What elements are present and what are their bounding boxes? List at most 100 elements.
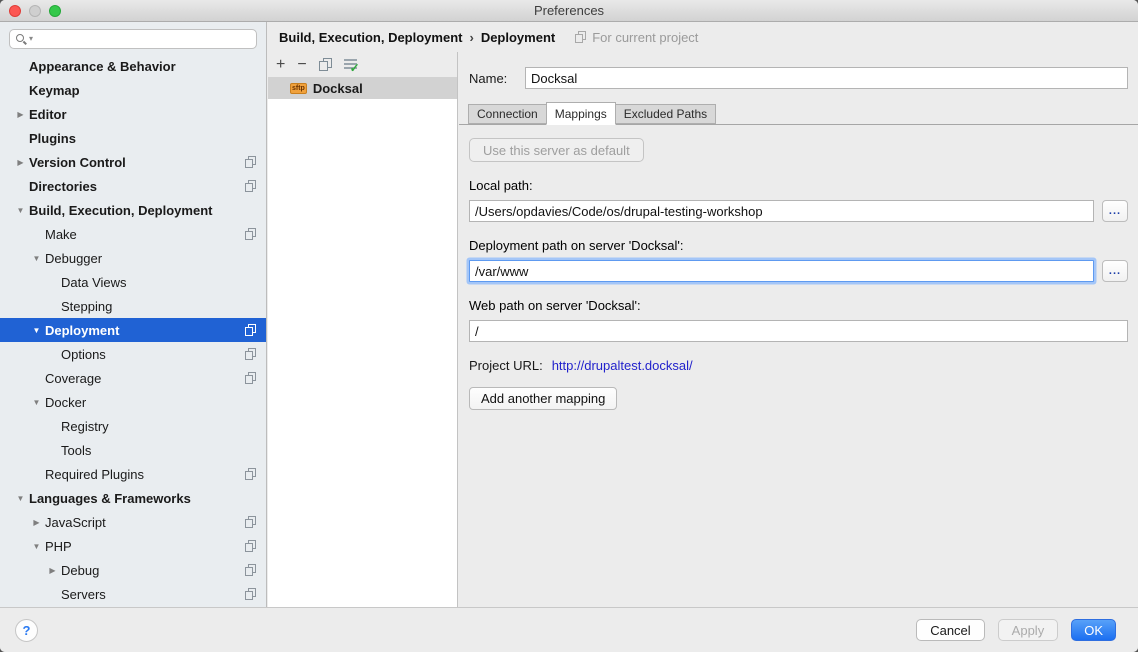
chevron-right-icon[interactable]: ▶ — [44, 566, 61, 575]
settings-sidebar: ▾ Appearance & BehaviorKeymap▶Editor Plug… — [0, 22, 267, 607]
sidebar-item-label: Tools — [61, 443, 91, 458]
sidebar-item-editor[interactable]: ▶Editor — [0, 102, 266, 126]
local-path-input[interactable] — [469, 200, 1094, 222]
titlebar[interactable]: Preferences — [0, 0, 1138, 22]
per-project-icon — [245, 588, 256, 600]
use-default-server-button: Use this server as default — [469, 138, 644, 162]
per-project-icon — [245, 180, 256, 192]
use-as-default-icon[interactable] — [344, 59, 357, 71]
sidebar-item-appearance-behavior[interactable]: Appearance & Behavior — [0, 54, 266, 78]
sidebar-item-label: Deployment — [45, 323, 119, 338]
per-project-icon — [245, 372, 256, 384]
chevron-right-icon[interactable]: ▶ — [28, 518, 45, 527]
breadcrumb-parent: Build, Execution, Deployment — [279, 30, 462, 45]
chevron-down-icon[interactable]: ▼ — [12, 494, 29, 503]
tab-mappings[interactable]: Mappings — [546, 102, 616, 125]
scope-label: For current project — [592, 30, 698, 45]
preferences-window: Preferences ▾ Appearance & BehaviorKeyma… — [0, 0, 1138, 652]
search-input[interactable] — [34, 31, 251, 47]
sidebar-item-version-control[interactable]: ▶Version Control — [0, 150, 266, 174]
chevron-right-icon[interactable]: ▶ — [12, 110, 29, 119]
breadcrumb-separator: › — [469, 30, 473, 45]
sidebar-item-plugins[interactable]: Plugins — [0, 126, 266, 150]
sidebar-item-coverage[interactable]: Coverage — [0, 366, 266, 390]
per-project-icon — [245, 324, 256, 336]
chevron-down-icon[interactable]: ▼ — [28, 326, 45, 335]
sidebar-item-servers[interactable]: Servers — [0, 582, 266, 606]
server-row-docksal[interactable]: sftpDocksal — [268, 77, 457, 99]
sidebar-item-options[interactable]: Options — [0, 342, 266, 366]
zoom-window-button[interactable] — [49, 5, 61, 17]
sidebar-item-required-plugins[interactable]: Required Plugins — [0, 462, 266, 486]
browse-button[interactable]: ... — [1102, 260, 1128, 282]
per-project-icon — [245, 348, 256, 360]
chevron-down-icon[interactable]: ▼ — [28, 542, 45, 551]
tab-excluded-paths[interactable]: Excluded Paths — [615, 104, 716, 124]
sidebar-item-docker[interactable]: ▼Docker — [0, 390, 266, 414]
chevron-down-icon[interactable]: ▼ — [28, 398, 45, 407]
name-label: Name: — [469, 71, 525, 86]
add-mapping-button[interactable]: Add another mapping — [469, 387, 617, 410]
sidebar-item-label: PHP — [45, 539, 72, 554]
sidebar-item-registry[interactable]: Registry — [0, 414, 266, 438]
tab-connection[interactable]: Connection — [468, 104, 547, 124]
dialog-body: ▾ Appearance & BehaviorKeymap▶Editor Plug… — [0, 22, 1138, 607]
sftp-icon: sftp — [290, 83, 307, 94]
sidebar-item-javascript[interactable]: ▶JavaScript — [0, 510, 266, 534]
help-button[interactable]: ? — [15, 619, 38, 642]
sidebar-item-tools[interactable]: Tools — [0, 438, 266, 462]
chevron-right-icon[interactable]: ▶ — [12, 158, 29, 167]
close-window-button[interactable] — [9, 5, 21, 17]
chevron-down-icon[interactable]: ▼ — [12, 206, 29, 215]
sidebar-item-keymap[interactable]: Keymap — [0, 78, 266, 102]
project-url-label: Project URL: — [469, 358, 543, 373]
sidebar-item-directories[interactable]: Directories — [0, 174, 266, 198]
local-path-row: ... — [469, 200, 1128, 222]
settings-search-field[interactable]: ▾ — [9, 29, 257, 49]
duplicate-server-icon[interactable] — [319, 58, 332, 71]
browse-button[interactable]: ... — [1102, 200, 1128, 222]
sidebar-item-label: Plugins — [29, 131, 76, 146]
sidebar-item-label: Servers — [61, 587, 106, 602]
dialog-footer: ? Cancel Apply OK — [0, 607, 1138, 652]
deployment-path-on-server-docksal-row: ... — [469, 260, 1128, 282]
sidebar-item-php[interactable]: ▼PHP — [0, 534, 266, 558]
sidebar-item-deployment[interactable]: ▼Deployment — [0, 318, 266, 342]
web-path-on-server-docksal-input[interactable] — [469, 320, 1128, 342]
per-project-icon — [245, 540, 256, 552]
sidebar-item-label: JavaScript — [45, 515, 106, 530]
sidebar-item-debugger[interactable]: ▼Debugger — [0, 246, 266, 270]
scope-indicator: For current project — [575, 30, 698, 45]
per-project-icon — [245, 228, 256, 240]
sidebar-item-data-views[interactable]: Data Views — [0, 270, 266, 294]
sidebar-item-debug[interactable]: ▶Debug — [0, 558, 266, 582]
per-project-icon — [575, 31, 586, 43]
local-path-label: Local path: — [469, 178, 1128, 193]
per-project-icon — [245, 516, 256, 528]
search-options-caret-icon[interactable]: ▾ — [29, 35, 33, 43]
sidebar-item-label: Coverage — [45, 371, 101, 386]
sidebar-item-make[interactable]: Make — [0, 222, 266, 246]
deployment-path-on-server-docksal-input[interactable] — [469, 260, 1094, 282]
remove-server-button[interactable]: − — [297, 58, 306, 72]
sidebar-item-label: Required Plugins — [45, 467, 144, 482]
sidebar-item-label: Data Views — [61, 275, 127, 290]
sidebar-item-label: Version Control — [29, 155, 126, 170]
breadcrumb-current: Deployment — [481, 30, 555, 45]
project-url-link[interactable]: http://drupaltest.docksal/ — [552, 358, 693, 373]
server-name-input[interactable] — [525, 67, 1128, 89]
sidebar-item-stepping[interactable]: Stepping — [0, 294, 266, 318]
sidebar-item-label: Docker — [45, 395, 86, 410]
apply-button: Apply — [998, 619, 1059, 641]
deployment-path-on-server-docksal-label: Deployment path on server 'Docksal': — [469, 238, 1128, 253]
sidebar-item-languages-frameworks[interactable]: ▼Languages & Frameworks — [0, 486, 266, 510]
sidebar-item-build-execution-deployment[interactable]: ▼Build, Execution, Deployment — [0, 198, 266, 222]
add-server-button[interactable]: + — [276, 58, 285, 72]
window-title: Preferences — [0, 3, 1138, 18]
chevron-down-icon[interactable]: ▼ — [28, 254, 45, 263]
sidebar-item-label: Directories — [29, 179, 97, 194]
ok-button[interactable]: OK — [1071, 619, 1116, 641]
tab-bar: ConnectionMappingsExcluded Paths — [459, 102, 1138, 125]
cancel-button[interactable]: Cancel — [916, 619, 984, 641]
main-area: Build, Execution, Deployment › Deploymen… — [268, 22, 1138, 607]
